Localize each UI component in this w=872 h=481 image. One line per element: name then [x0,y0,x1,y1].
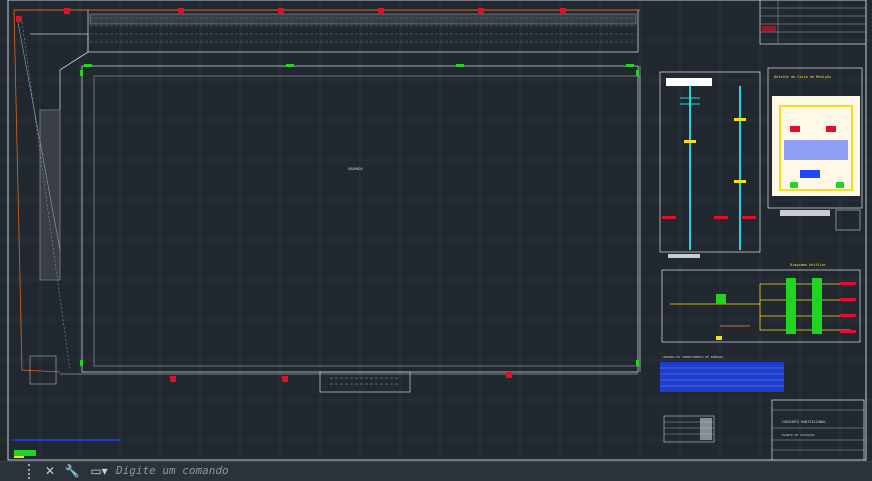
command-input[interactable]: Digite um comando [116,464,756,478]
close-icon[interactable]: ✕ [42,463,58,479]
detail-b-title: Diagrama Unifilar [790,263,826,267]
pole-detail [659,71,761,258]
legend-table: LEGENDA DE FORNECIMENTO DE ENERGIA [660,355,784,443]
site-boundary [13,9,640,373]
drawing-canvas[interactable]: GRAMADO Detalhe de Caixa de Medição Diag… [0,0,872,480]
command-prompt-icon[interactable]: ▭▾ [86,463,112,479]
meter-box-detail: Detalhe de Caixa de Medição [767,67,863,231]
detail-a-title: Detalhe de Caixa de Medição [774,75,831,79]
stamp-subtitle: PLANTA DE SITUAÇÃO [782,432,815,437]
center-label: GRAMADO [348,167,363,171]
legend-caption: LEGENDA DE FORNECIMENTO DE ENERGIA [662,355,724,359]
bottom-strip [29,355,638,393]
single-line-diagram: Diagrama Unifilar [661,263,861,343]
command-line-bar: ✕ 🔧 ▭▾ Digite um comando [0,461,872,481]
stamp-title: CONJUNTO HABITACIONAL [782,420,826,424]
scale-info [14,439,120,458]
wrench-icon[interactable]: 🔧 [64,463,80,479]
drag-handle[interactable] [28,464,38,479]
